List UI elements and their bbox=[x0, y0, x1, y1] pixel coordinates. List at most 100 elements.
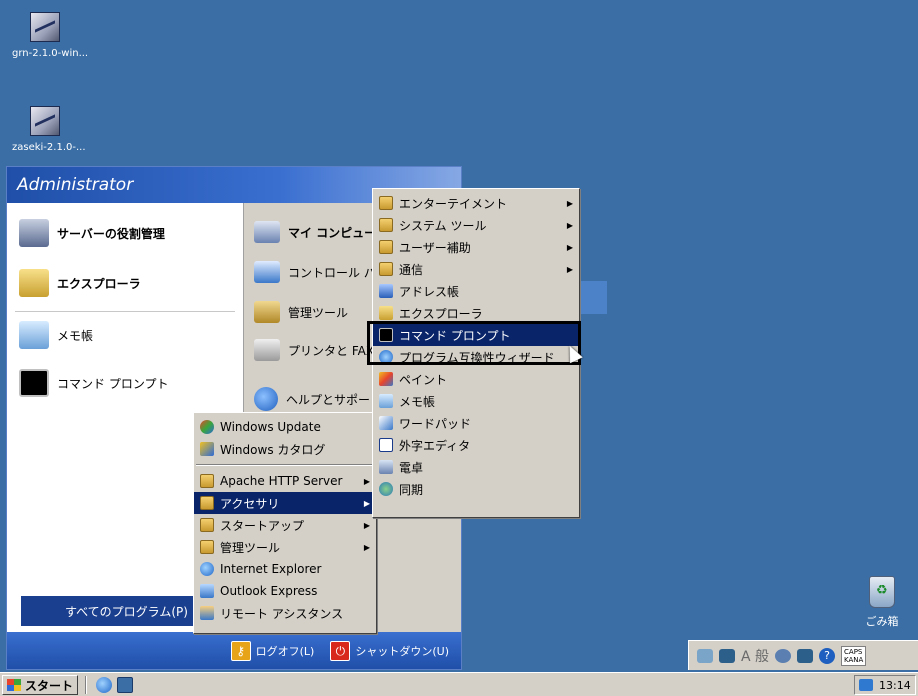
recycle-bin[interactable]: ごみ箱 bbox=[852, 576, 912, 629]
shutdown-button[interactable]: ⏻ シャットダウン(U) bbox=[330, 640, 449, 661]
start-menu-footer: ⚷ ログオフ(L) ⏻ シャットダウン(U) bbox=[7, 632, 461, 669]
program-item-windows-update[interactable]: Windows Update bbox=[194, 416, 376, 438]
arrow-right-icon: ▶ bbox=[566, 220, 573, 230]
ie-icon bbox=[200, 562, 214, 576]
place-item-help[interactable]: ヘルプとサポート bbox=[254, 387, 382, 411]
accessory-item-eudc[interactable]: 外字エディタ bbox=[373, 434, 579, 456]
place-item-my-computer[interactable]: マイ コンピュータ bbox=[254, 221, 388, 243]
menu-item-label: ワードパッド bbox=[399, 416, 472, 431]
desktop-icon-label: zaseki-2.1.0-... bbox=[12, 142, 86, 153]
help-icon[interactable]: ? bbox=[819, 647, 836, 664]
windows-flag-icon bbox=[7, 679, 21, 691]
arrow-right-icon: ▶ bbox=[566, 198, 573, 208]
accessory-item-address-book[interactable]: アドレス帳 bbox=[373, 280, 579, 302]
explorer-icon bbox=[379, 306, 393, 320]
pinned-item-label: エクスプローラ bbox=[57, 276, 141, 291]
place-item-printers[interactable]: プリンタと FAX bbox=[254, 339, 374, 361]
menu-item-label: Internet Explorer bbox=[220, 562, 322, 576]
installer-icon bbox=[30, 106, 60, 136]
programs-menu: Windows Update Windows カタログ Apache HTTP … bbox=[193, 412, 377, 634]
recent-item-cmd[interactable]: コマンド プロンプト bbox=[19, 369, 168, 397]
remote-assistance-icon bbox=[200, 606, 214, 620]
ie-quicklaunch-icon[interactable] bbox=[96, 677, 112, 693]
accessory-item-system-tools[interactable]: システム ツール ▶ bbox=[373, 214, 579, 236]
menu-item-label: 通信 bbox=[399, 262, 424, 277]
recent-item-notepad[interactable]: メモ帳 bbox=[19, 321, 93, 349]
folder-icon bbox=[200, 518, 214, 532]
accessory-item-accessibility[interactable]: ユーザー補助 ▶ bbox=[373, 236, 579, 258]
all-programs-label: すべてのプログラム(P) bbox=[65, 604, 188, 619]
ime-settings-icon[interactable] bbox=[797, 648, 814, 663]
start-label: スタート bbox=[25, 678, 74, 693]
menu-item-label: エンターテイメント bbox=[399, 196, 508, 211]
desktop-icon-zaseki[interactable]: zaseki-2.1.0-... bbox=[6, 106, 116, 153]
program-item-startup[interactable]: スタートアップ ▶ bbox=[194, 514, 376, 536]
menu-item-label: アドレス帳 bbox=[399, 284, 460, 299]
accessory-item-entertainment[interactable]: エンターテイメント ▶ bbox=[373, 192, 579, 214]
program-item-remote-assistance[interactable]: リモート アシスタンス bbox=[194, 602, 376, 624]
show-desktop-icon[interactable] bbox=[117, 677, 133, 693]
ime-toolbar-icon[interactable] bbox=[697, 648, 713, 663]
logoff-label: ログオフ(L) bbox=[255, 644, 315, 658]
desktop-icon-grn[interactable]: grn-2.1.0-win... bbox=[6, 12, 116, 59]
program-item-outlook-express[interactable]: Outlook Express bbox=[194, 580, 376, 602]
notepad-icon bbox=[379, 394, 393, 408]
printer-icon bbox=[254, 339, 280, 361]
menu-item-label: 電卓 bbox=[399, 460, 424, 475]
desktop-artifact bbox=[579, 281, 607, 314]
program-item-admin-tools[interactable]: 管理ツール ▶ bbox=[194, 536, 376, 558]
arrow-right-icon: ▶ bbox=[566, 242, 573, 252]
network-icon[interactable] bbox=[859, 679, 873, 691]
place-item-label: プリンタと FAX bbox=[288, 343, 375, 358]
installer-icon bbox=[30, 12, 60, 42]
logoff-button[interactable]: ⚷ ログオフ(L) bbox=[230, 640, 315, 661]
accessory-item-paint[interactable]: ペイント bbox=[373, 368, 579, 390]
eudc-icon bbox=[379, 438, 393, 452]
accessory-item-communications[interactable]: 通信 ▶ bbox=[373, 258, 579, 280]
accessory-item-calculator[interactable]: 電卓 bbox=[373, 456, 579, 478]
caps-kana-indicator: CAPS KANA bbox=[841, 645, 867, 666]
program-item-accessories[interactable]: アクセサリ ▶ bbox=[194, 492, 376, 514]
program-item-internet-explorer[interactable]: Internet Explorer bbox=[194, 558, 376, 580]
clock[interactable]: 13:14 bbox=[879, 679, 911, 692]
ime-mode-text[interactable]: A 般 bbox=[741, 646, 769, 666]
accessory-item-sync[interactable]: 同期 bbox=[373, 478, 579, 500]
program-item-apache[interactable]: Apache HTTP Server ▶ bbox=[194, 470, 376, 492]
start-button[interactable]: スタート bbox=[2, 675, 78, 695]
calculator-icon bbox=[379, 460, 393, 474]
ime-pad-icon[interactable] bbox=[775, 648, 792, 663]
recent-item-label: メモ帳 bbox=[57, 328, 94, 343]
caps-label: CAPS bbox=[844, 647, 863, 656]
wordpad-icon bbox=[379, 416, 393, 430]
menu-item-label: リモート アシスタンス bbox=[220, 606, 344, 621]
key-icon: ⚷ bbox=[230, 640, 251, 661]
menu-item-label: アクセサリ bbox=[220, 496, 280, 511]
accessory-item-notepad[interactable]: メモ帳 bbox=[373, 390, 579, 412]
menu-item-label: Windows Update bbox=[220, 420, 321, 434]
menu-item-label: 同期 bbox=[399, 482, 424, 497]
help-icon bbox=[254, 387, 278, 411]
ime-dictionary-icon[interactable] bbox=[719, 648, 735, 663]
arrow-right-icon: ▶ bbox=[363, 498, 370, 508]
shutdown-label: シャットダウン(U) bbox=[355, 644, 449, 658]
recycle-bin-icon bbox=[869, 576, 895, 608]
admin-tools-icon bbox=[254, 301, 280, 323]
menu-item-label: Outlook Express bbox=[220, 584, 318, 598]
explorer-icon bbox=[19, 269, 49, 297]
pinned-item-server-role[interactable]: サーバーの役割管理 bbox=[19, 219, 165, 247]
server-icon bbox=[19, 219, 49, 247]
accessory-item-wordpad[interactable]: ワードパッド bbox=[373, 412, 579, 434]
menu-item-label: Apache HTTP Server bbox=[220, 474, 343, 488]
program-item-windows-catalog[interactable]: Windows カタログ bbox=[194, 438, 376, 460]
pinned-item-explorer[interactable]: エクスプローラ bbox=[19, 269, 141, 297]
folder-icon bbox=[379, 240, 393, 254]
place-item-label: ヘルプとサポート bbox=[286, 392, 383, 407]
menu-separator bbox=[196, 464, 374, 466]
menu-item-label: 外字エディタ bbox=[399, 438, 471, 453]
sync-icon bbox=[379, 482, 393, 496]
outlook-icon bbox=[200, 584, 214, 598]
taskbar-separator bbox=[85, 676, 87, 694]
folder-icon bbox=[200, 496, 214, 510]
menu-item-label: エクスプローラ bbox=[399, 306, 483, 321]
place-item-admin-tools[interactable]: 管理ツール bbox=[254, 301, 348, 323]
